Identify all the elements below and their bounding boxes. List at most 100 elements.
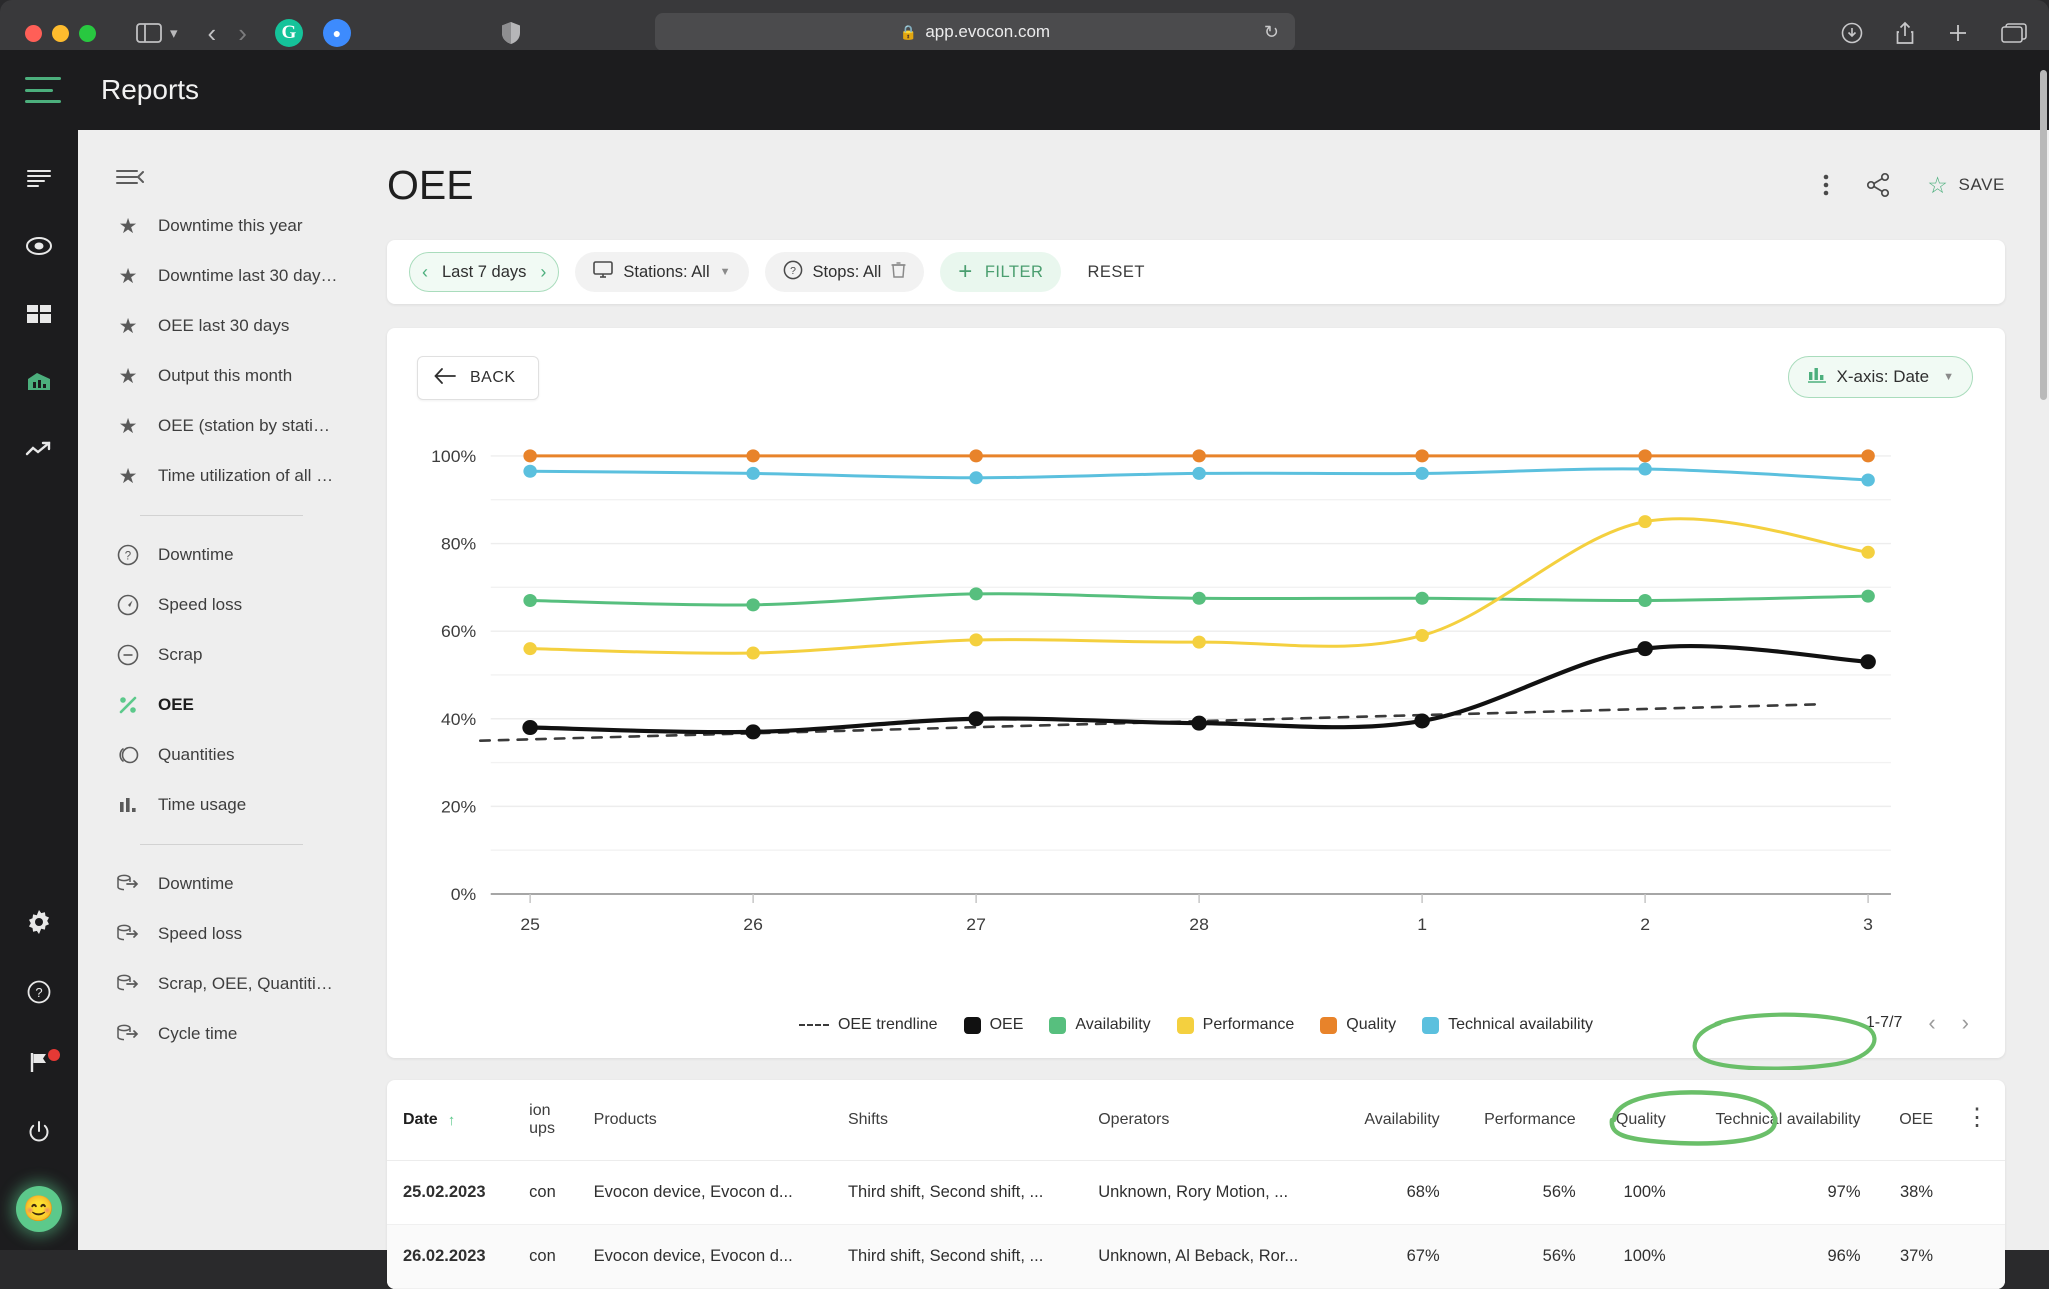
- sidebar-export-scrap-oee-quantities[interactable]: Scrap, OEE, Quantities, Ti...: [78, 959, 343, 1009]
- window-traffic-lights[interactable]: [25, 24, 96, 42]
- table-header-operators[interactable]: Operators: [1082, 1080, 1338, 1161]
- chevron-right-icon[interactable]: ›: [1962, 1010, 1969, 1036]
- list-icon[interactable]: [19, 158, 59, 198]
- page-scrollbar[interactable]: [2040, 70, 2047, 400]
- table-row[interactable]: 26.02.2023 con Evocon device, Evocon d... T…: [387, 1224, 2005, 1289]
- flag-icon[interactable]: [19, 1042, 60, 1082]
- reload-icon[interactable]: ↻: [1264, 22, 1279, 43]
- tab-overview-icon[interactable]: [2001, 23, 2027, 43]
- sidebar-export-speed-loss[interactable]: Speed loss: [78, 909, 343, 959]
- sidebar-item-time-usage[interactable]: Time usage: [78, 780, 343, 830]
- grammarly-extension-icon[interactable]: G: [274, 19, 303, 47]
- shield-icon[interactable]: [501, 21, 521, 45]
- x-axis-selector[interactable]: X-axis: Date ▼: [1787, 356, 1973, 398]
- table-header-quality[interactable]: Quality: [1591, 1080, 1682, 1161]
- chevron-left-icon[interactable]: ‹: [422, 262, 428, 283]
- table-cell-stations: con: [513, 1160, 578, 1225]
- sidebar-item-quantities[interactable]: Quantities: [78, 730, 343, 780]
- sidebar-toggle-icon[interactable]: [136, 23, 162, 43]
- sidebar-item-label: Downtime this year: [158, 216, 303, 235]
- kebab-menu-icon[interactable]: ⋮: [1965, 1104, 1989, 1131]
- sidebar-item-downtime-this-year[interactable]: ★ Downtime this year: [78, 201, 343, 251]
- sidebar-export-cycle-time[interactable]: Cycle time: [78, 1009, 343, 1059]
- plus-icon[interactable]: [1947, 22, 1969, 44]
- trend-icon[interactable]: [19, 430, 59, 470]
- table-header-products[interactable]: Products: [577, 1080, 832, 1161]
- star-icon: ★: [118, 264, 138, 288]
- legend-item-performance[interactable]: Performance: [1176, 1016, 1294, 1034]
- sidebar-item-label: Speed loss: [158, 595, 243, 614]
- sidebar-item-oee[interactable]: OEE: [78, 680, 343, 730]
- legend-item-availability[interactable]: Availability: [1049, 1016, 1151, 1034]
- legend-item-quality[interactable]: Quality: [1320, 1016, 1396, 1034]
- share-icon[interactable]: [1865, 172, 1891, 198]
- reset-button[interactable]: RESET: [1087, 263, 1145, 282]
- close-window-button[interactable]: [25, 24, 42, 42]
- chevron-right-icon[interactable]: ›: [540, 262, 546, 283]
- table-header-label: ion ups: [529, 1102, 555, 1137]
- extension-icon[interactable]: ●: [322, 19, 351, 47]
- minimize-window-button[interactable]: [52, 24, 69, 42]
- table-row[interactable]: 25.02.2023 con Evocon device, Evocon d... T…: [387, 1160, 2005, 1225]
- back-arrow-icon[interactable]: ‹: [208, 18, 217, 49]
- table-settings-button[interactable]: ⋮: [1949, 1080, 2005, 1161]
- target-icon[interactable]: [19, 226, 59, 266]
- sidebar-item-downtime[interactable]: ? Downtime: [78, 530, 343, 580]
- forward-arrow-icon[interactable]: ›: [238, 18, 247, 49]
- power-icon[interactable]: [19, 1112, 59, 1152]
- table-header: Date ↑ ion ups Products Shifts Operators Avail…: [387, 1080, 2005, 1161]
- sidebar-item-label: Scrap: [158, 645, 203, 664]
- legend-item-oee-trendline[interactable]: OEE trendline: [798, 1016, 938, 1034]
- chevron-down-icon[interactable]: ▾: [170, 24, 178, 42]
- chevron-down-icon[interactable]: ▼: [1943, 371, 1954, 383]
- chevron-down-icon[interactable]: ▼: [720, 266, 731, 278]
- sidebar-item-speed-loss[interactable]: Speed loss: [78, 580, 343, 630]
- date-range-filter[interactable]: ‹ Last 7 days ›: [409, 252, 560, 292]
- chevron-left-icon[interactable]: ‹: [1928, 1010, 1935, 1036]
- sidebar-export-downtime[interactable]: Downtime: [78, 859, 343, 909]
- table-header-shifts[interactable]: Shifts: [831, 1080, 1083, 1161]
- collapse-sidebar-icon[interactable]: [116, 168, 343, 191]
- legend-item-oee[interactable]: OEE: [963, 1016, 1023, 1034]
- sidebar-item-oee-last-30-days[interactable]: ★ OEE last 30 days: [78, 301, 343, 351]
- share-icon[interactable]: [1895, 21, 1915, 45]
- star-icon: ★: [118, 464, 138, 488]
- stops-filter-label: Stops: All: [812, 262, 882, 281]
- sort-ascending-icon[interactable]: ↑: [448, 1112, 456, 1129]
- sidebar-item-downtime-last-30-days[interactable]: ★ Downtime last 30 days (all...: [78, 251, 343, 301]
- address-bar[interactable]: 🔒 app.evocon.com ↻: [655, 13, 1295, 51]
- sidebar-item-time-utilization[interactable]: ★ Time utilization of all mac...: [78, 451, 343, 501]
- add-filter-button[interactable]: + FILTER: [940, 252, 1062, 292]
- kebab-menu-icon[interactable]: [1823, 173, 1829, 197]
- sidebar-item-output-this-month[interactable]: ★ Output this month: [78, 351, 343, 401]
- table-header-label: Technical availability: [1715, 1111, 1861, 1128]
- back-button[interactable]: BACK: [417, 356, 539, 400]
- table-header-oee[interactable]: OEE: [1876, 1080, 1949, 1161]
- reports-icon[interactable]: [19, 362, 59, 402]
- trash-icon[interactable]: [891, 261, 906, 283]
- table-cell-operators: Unknown, Rory Motion, ...: [1082, 1160, 1338, 1225]
- legend-color-swatch: [1049, 1016, 1067, 1034]
- sidebar-item-label: OEE: [158, 695, 194, 714]
- table-header-availability[interactable]: Availability: [1337, 1080, 1456, 1161]
- table-header-stations[interactable]: ion ups: [513, 1080, 578, 1161]
- save-button[interactable]: ☆ SAVE: [1927, 172, 2005, 199]
- sidebar-item-scrap[interactable]: Scrap: [78, 630, 343, 680]
- gear-icon[interactable]: [19, 902, 59, 942]
- stops-filter[interactable]: ? Stops: All: [764, 252, 925, 292]
- maximize-window-button[interactable]: [79, 24, 96, 42]
- download-icon[interactable]: [1841, 22, 1863, 44]
- legend-item-technical-availability[interactable]: Technical availability: [1422, 1016, 1593, 1034]
- help-icon[interactable]: ?: [19, 972, 59, 1012]
- svg-text:?: ?: [125, 551, 131, 563]
- chart-svg: 0% 20% 40% 60% 80% 100% 25 26 27 28 1 2 3: [431, 446, 1891, 934]
- legend-color-swatch: [963, 1016, 981, 1034]
- sidebar-item-oee-station-by-station[interactable]: ★ OEE (station by station co...: [78, 401, 343, 451]
- stations-filter[interactable]: Stations: All ▼: [575, 252, 749, 292]
- table-header-technical_availability[interactable]: Technical availability: [1681, 1080, 1877, 1161]
- table-header-performance[interactable]: Performance: [1455, 1080, 1592, 1161]
- table-header-date[interactable]: Date ↑: [387, 1080, 514, 1161]
- dashboard-icon[interactable]: [19, 294, 59, 334]
- hamburger-menu-icon[interactable]: [25, 77, 61, 103]
- chat-avatar-button[interactable]: 😊: [16, 1186, 62, 1232]
